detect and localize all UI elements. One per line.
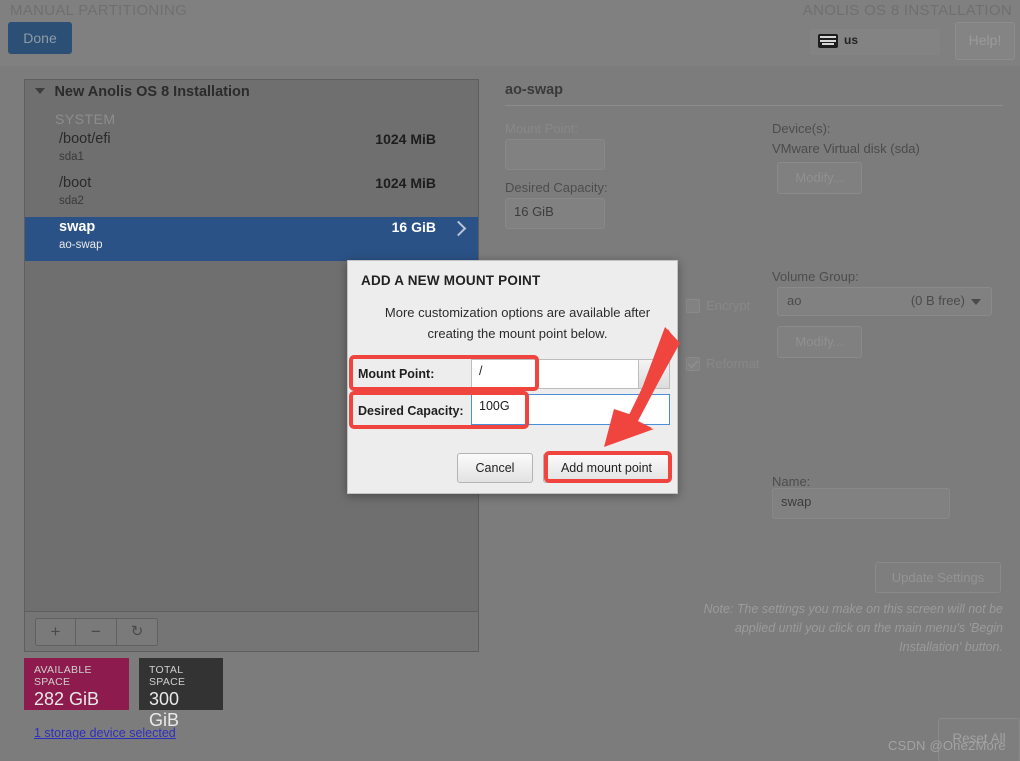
modify-devices-button[interactable]: Modify... (777, 162, 862, 194)
details-divider (505, 105, 1003, 106)
reformat-checkbox[interactable] (686, 357, 700, 371)
watermark: CSDN @One2More (888, 738, 1006, 753)
add-mount-point-button[interactable]: Add mount point (543, 453, 670, 483)
partition-mount: /boot/efi (59, 131, 111, 147)
dialog-mount-point-label: Mount Point: (358, 367, 435, 381)
add-mount-point-dialog: ADD A NEW MOUNT POINT More customization… (347, 260, 678, 494)
done-button[interactable]: Done (8, 22, 72, 54)
available-space-value: 282 GiB (34, 689, 100, 709)
details-devices-label: Device(s): (772, 121, 831, 136)
dialog-mount-point-value: / (479, 364, 483, 378)
available-space-caption: AVAILABLE SPACE (34, 664, 92, 688)
modify-volume-group-button[interactable]: Modify... (777, 326, 862, 358)
partition-size: 16 GiB (391, 219, 436, 235)
details-desired-capacity-input[interactable]: 16 GiB (505, 198, 605, 229)
keyboard-icon (818, 34, 838, 48)
partition-size: 1024 MiB (375, 175, 436, 191)
help-button[interactable]: Help! (955, 22, 1015, 60)
total-space-box: TOTAL SPACE 300 GiB (139, 658, 223, 730)
total-space-caption: TOTAL SPACE (149, 664, 186, 688)
dialog-desired-capacity-value: 100G (479, 399, 510, 413)
dialog-desired-capacity-input[interactable]: 100G (471, 394, 670, 425)
partition-device: sda2 (59, 195, 84, 207)
dialog-desired-capacity-label: Desired Capacity: (358, 404, 464, 418)
header-bar: MANUAL PARTITIONING ANOLIS OS 8 INSTALLA… (0, 0, 1020, 66)
update-settings-button[interactable]: Update Settings (875, 562, 1001, 593)
remove-partition-button[interactable]: − (76, 618, 117, 646)
details-devices-value: VMware Virtual disk (sda) (772, 141, 920, 156)
add-partition-button[interactable]: + (35, 618, 76, 646)
dialog-title: ADD A NEW MOUNT POINT (361, 273, 541, 288)
tree-root-label: New Anolis OS 8 Installation (54, 83, 250, 100)
volume-group-value: ao (787, 293, 802, 308)
encrypt-label: Encrypt (706, 298, 751, 313)
partition-group-label: SYSTEM (55, 111, 116, 127)
partition-size: 1024 MiB (375, 131, 436, 147)
details-desired-capacity-label: Desired Capacity: (505, 180, 608, 195)
table-row[interactable]: /boot/efi sda1 1024 MiB (25, 129, 478, 173)
partition-device: sda1 (59, 151, 84, 163)
volume-group-free: (0 B free) (910, 293, 965, 308)
refresh-button[interactable]: ↻ (117, 618, 158, 646)
chevron-down-icon (971, 299, 981, 305)
details-mount-point-input[interactable] (505, 139, 605, 170)
total-space-value: 300 GiB (149, 689, 180, 730)
cancel-button[interactable]: Cancel (457, 453, 533, 483)
encrypt-checkbox[interactable] (686, 299, 700, 313)
details-title: ao-swap (505, 82, 564, 98)
installer-title: ANOLIS OS 8 INSTALLATION (802, 2, 1012, 19)
table-row[interactable]: /boot sda2 1024 MiB (25, 173, 478, 217)
details-name-input[interactable]: swap (772, 488, 950, 519)
partition-mount: /boot (59, 175, 92, 191)
dialog-mount-point-dropdown-button[interactable] (638, 359, 670, 389)
details-mount-point-label: Mount Point: (505, 121, 578, 136)
dialog-description: More customization options are available… (384, 305, 651, 341)
partition-toolbar: + − ↻ (25, 611, 478, 651)
table-row-selected[interactable]: swap ao-swap 16 GiB (25, 217, 478, 261)
reformat-label: Reformat (706, 356, 760, 371)
volume-group-select[interactable]: ao (0 B free) (777, 287, 992, 316)
storage-device-link[interactable]: 1 storage device selected (34, 726, 176, 740)
expand-triangle-icon[interactable] (35, 87, 45, 94)
settings-note: Note: The settings you make on this scre… (703, 602, 1003, 654)
chevron-down-icon (649, 372, 659, 378)
page-title: MANUAL PARTITIONING (10, 2, 188, 19)
tree-root-row[interactable]: New Anolis OS 8 Installation (25, 80, 478, 106)
chevron-right-icon (450, 220, 467, 237)
details-name-label: Name: (772, 474, 811, 489)
installer-screen: MANUAL PARTITIONING ANOLIS OS 8 INSTALLA… (0, 0, 1020, 761)
keyboard-layout-indicator[interactable]: us (810, 29, 940, 55)
partition-device: ao-swap (59, 239, 103, 251)
partition-mount: swap (59, 219, 96, 235)
details-volume-group-label: Volume Group: (772, 269, 859, 284)
keyboard-layout-label: us (844, 33, 859, 47)
available-space-box: AVAILABLE SPACE 282 GiB (24, 658, 129, 710)
